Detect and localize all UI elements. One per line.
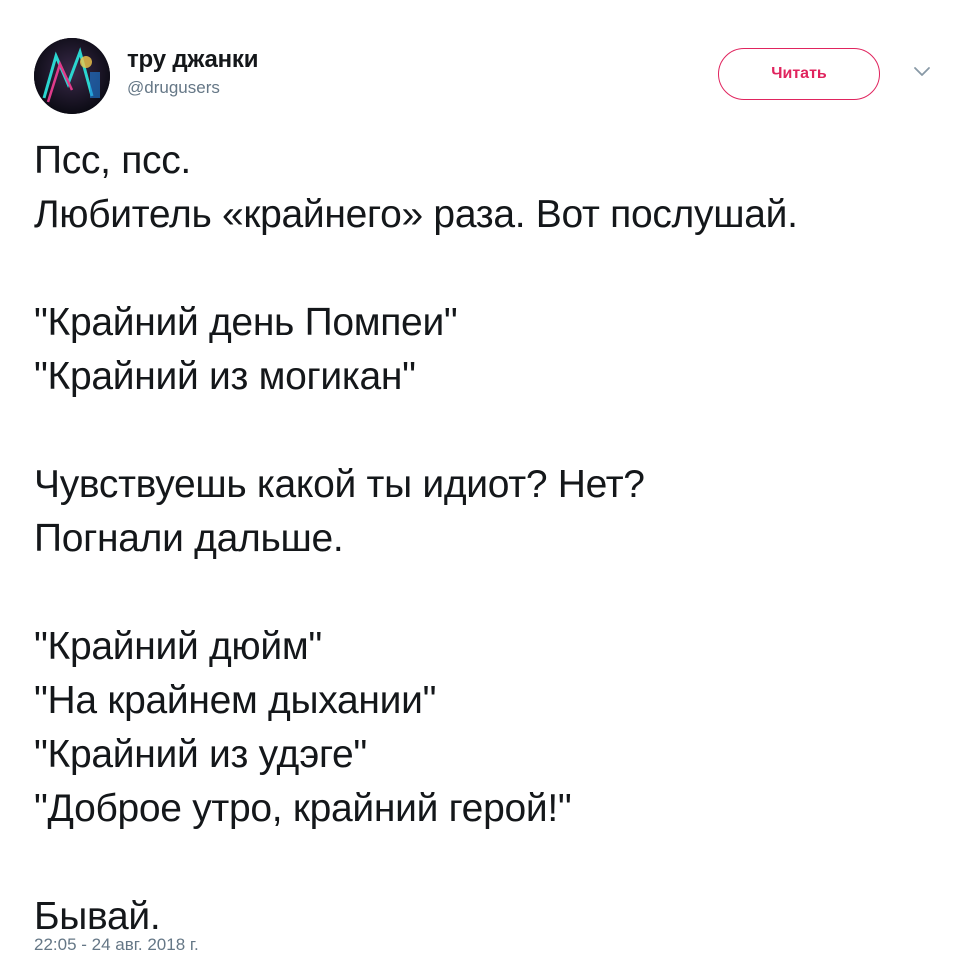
tweet-text-line: Погнали дальше.	[34, 517, 344, 560]
avatar[interactable]	[34, 38, 110, 114]
tweet-text-line: Чувствуешь какой ты идиот? Нет?	[34, 463, 645, 506]
author-info: тру джанки @drugusers	[127, 46, 258, 99]
chevron-down-icon[interactable]	[912, 64, 932, 80]
tweet-text-line: "Крайний день Помпеи"	[34, 301, 458, 344]
tweet-text-line: Любитель «крайнего» раза. Вот послушай.	[34, 193, 798, 236]
avatar-image	[34, 38, 110, 114]
tweet-text-line: "Крайний из удэге"	[34, 733, 367, 776]
tweet-text-line: Псс, псс.	[34, 139, 191, 182]
tweet-text-line: "Доброе утро, крайний герой!"	[34, 787, 572, 830]
tweet-text-line: "Крайний дюйм"	[34, 625, 322, 668]
user-handle[interactable]: @drugusers	[127, 77, 258, 99]
tweet-timestamp[interactable]: 22:05 - 24 авг. 2018 г.	[34, 935, 199, 955]
tweet-header: тру джанки @drugusers Читать	[30, 28, 950, 118]
tweet-card: тру джанки @drugusers Читать Псс, псс. Лю…	[0, 0, 978, 973]
follow-button[interactable]: Читать	[718, 48, 880, 100]
tweet-text-line: "Крайний из могикан"	[34, 355, 416, 398]
display-name[interactable]: тру джанки	[127, 46, 258, 74]
tweet-text: Псс, псс. Любитель «крайнего» раза. Вот п…	[34, 134, 954, 944]
tweet-text-line: "На крайнем дыхании"	[34, 679, 437, 722]
